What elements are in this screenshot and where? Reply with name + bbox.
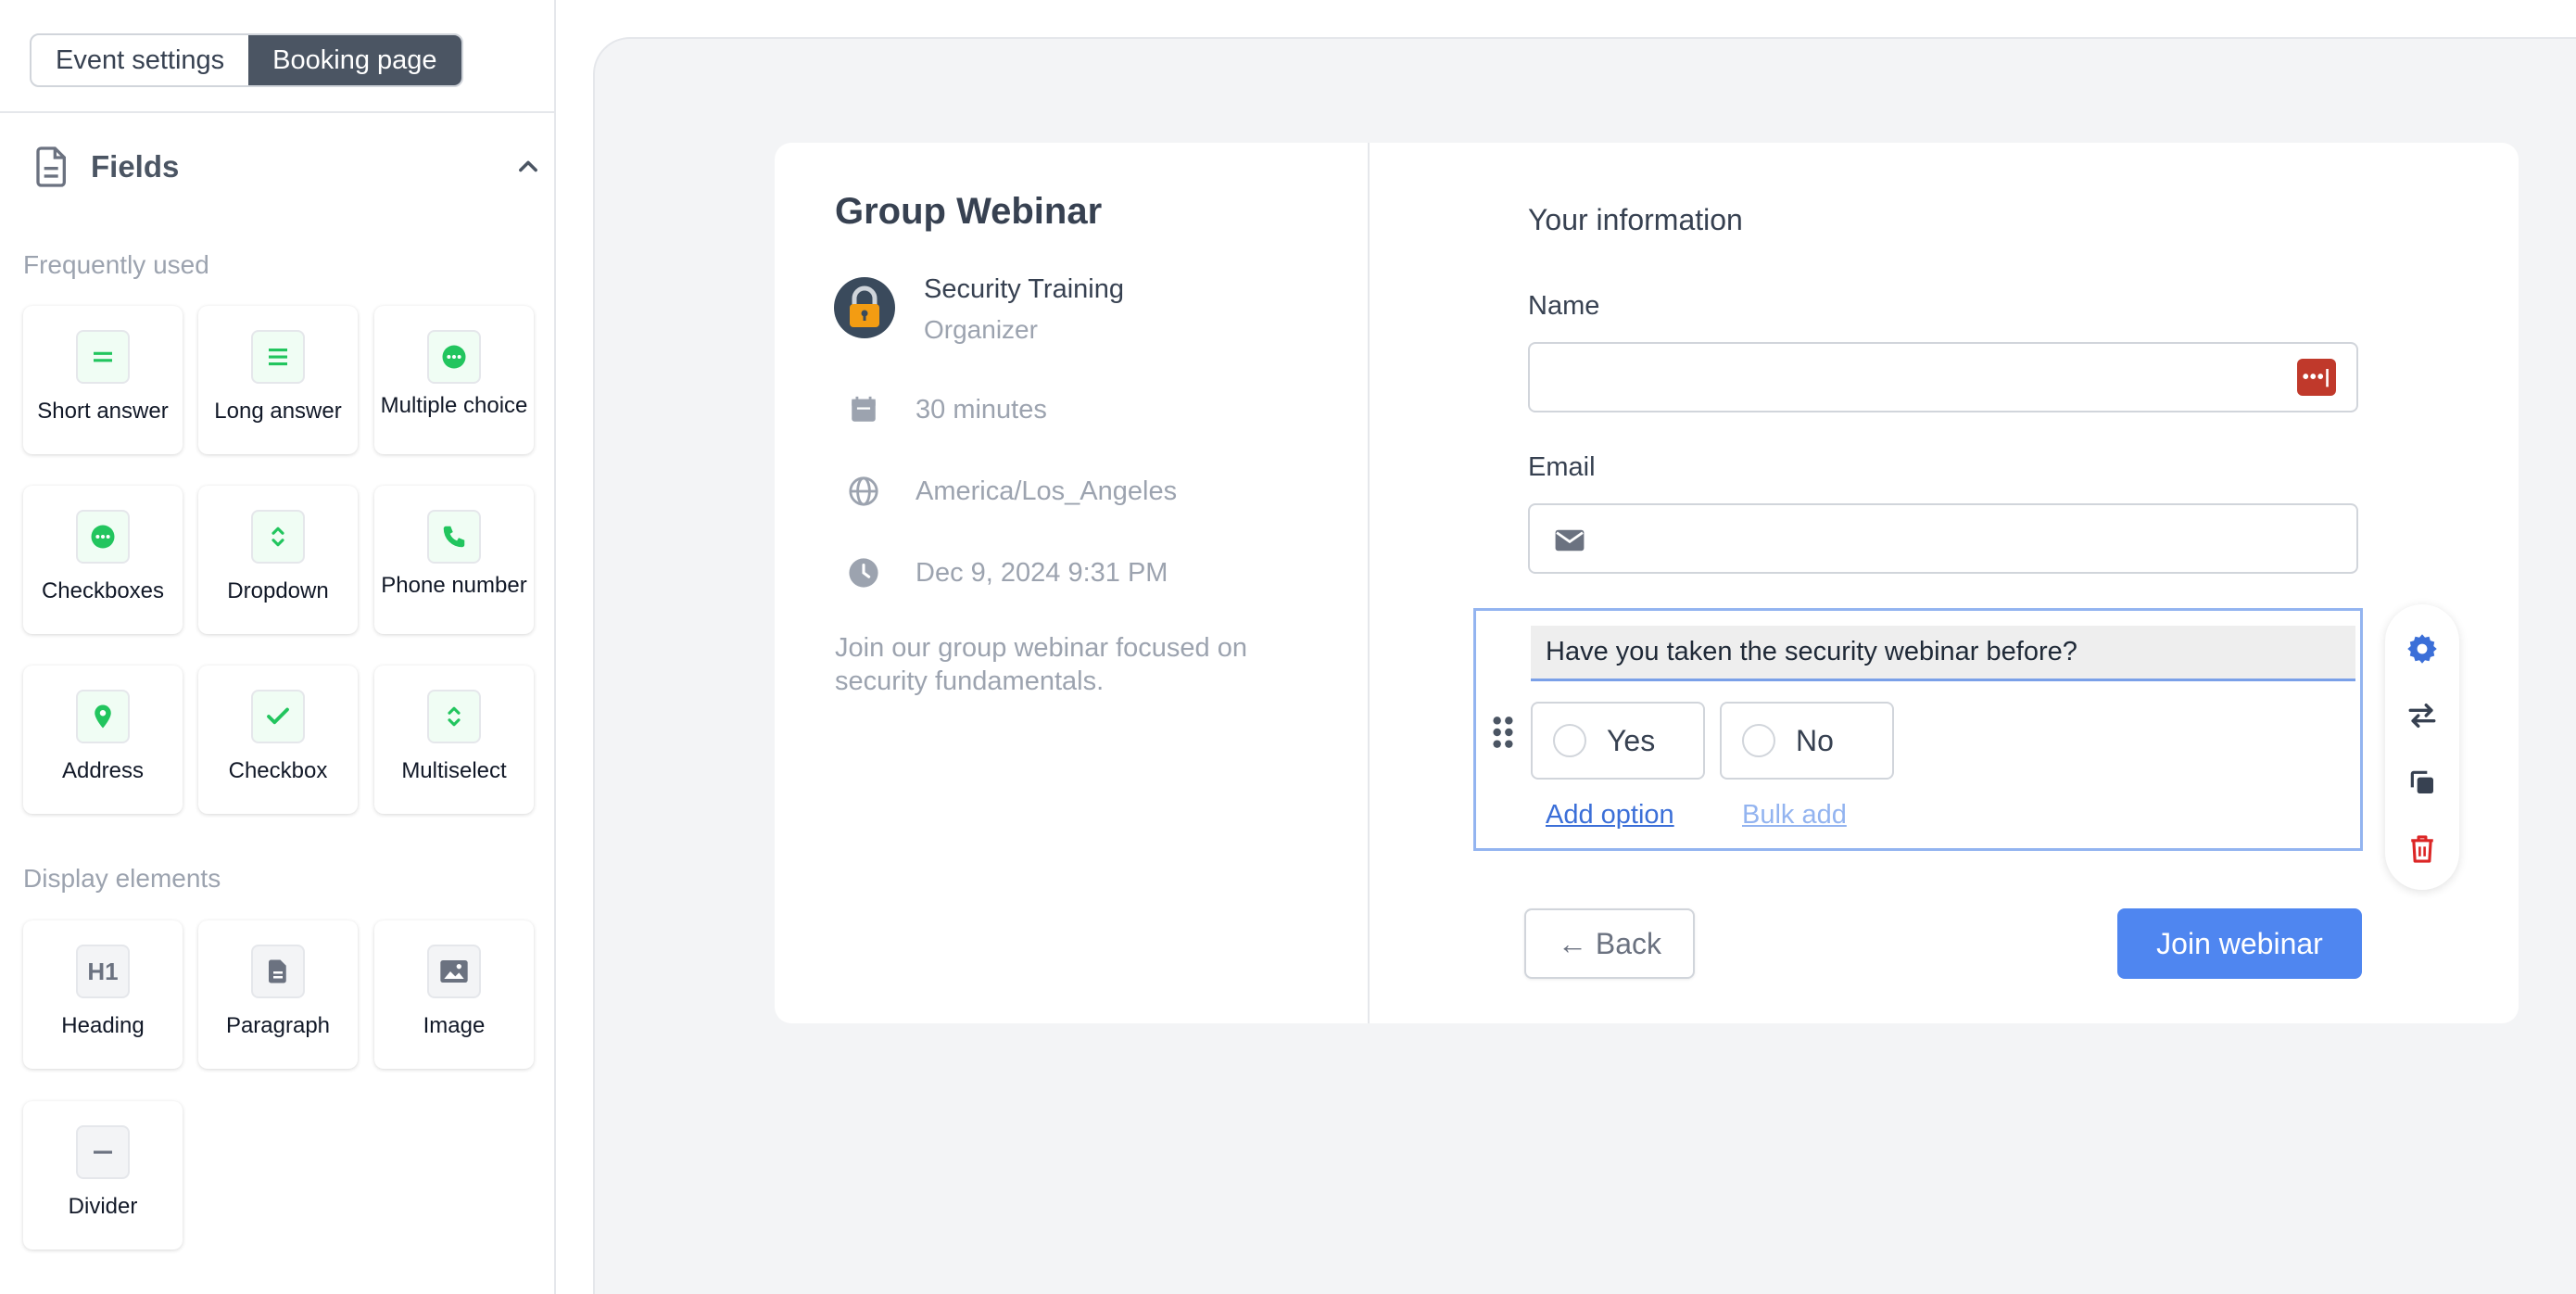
organizer-avatar (834, 277, 895, 338)
field-tile-paragraph[interactable]: Paragraph (198, 920, 358, 1069)
calendar-icon (845, 391, 882, 428)
frequently-used-label: Frequently used (23, 250, 209, 279)
name-input[interactable]: •••| (1528, 342, 2358, 412)
option-label: Yes (1607, 723, 1656, 757)
phone-icon (427, 510, 481, 564)
checkboxes-icon (76, 510, 130, 564)
field-tile-heading[interactable]: H1 Heading (23, 920, 183, 1069)
field-tile-label: Checkbox (228, 758, 328, 783)
event-description: Join our group webinar focused on securi… (835, 633, 1247, 696)
back-button[interactable]: ← Back (1524, 908, 1695, 979)
field-tile-short-answer[interactable]: Short answer (23, 306, 183, 454)
sidebar: Event settings Booking page Fields Frequ… (0, 0, 556, 1294)
multiselect-icon (427, 690, 481, 743)
field-tile-image[interactable]: Image (374, 920, 534, 1069)
duplicate-icon[interactable] (2404, 764, 2441, 801)
field-tile-label: Multiselect (401, 758, 507, 783)
long-answer-icon (251, 330, 305, 384)
field-tile-phone-number[interactable]: Phone number (374, 486, 534, 634)
bulk-add-link[interactable]: Bulk add (1742, 800, 1847, 831)
field-tile-label: Phone number (381, 573, 527, 598)
event-timezone: America/Los_Angeles (845, 473, 1177, 510)
field-tile-label: Image (423, 1013, 486, 1038)
card-divider (1368, 143, 1370, 1023)
option-yes[interactable]: Yes (1531, 702, 1705, 780)
field-tile-label: Address (61, 758, 145, 783)
field-tile-divider[interactable]: Divider (23, 1101, 183, 1250)
field-tile-checkboxes[interactable]: Checkboxes (23, 486, 183, 634)
event-duration: 30 minutes (845, 391, 1047, 428)
dropdown-icon (251, 510, 305, 564)
location-pin-icon (76, 690, 130, 743)
heading-icon: H1 (76, 945, 130, 998)
radio-icon (1742, 724, 1775, 757)
document-icon (36, 146, 66, 187)
name-label: Name (1528, 291, 1600, 321)
join-webinar-button[interactable]: Join webinar (2117, 908, 2362, 979)
fields-section-header[interactable]: Fields (33, 139, 541, 195)
field-tile-multiple-choice[interactable]: Multiple choice (374, 306, 534, 454)
short-answer-icon (76, 330, 130, 384)
clock-icon (845, 554, 882, 591)
multiple-choice-icon (427, 330, 481, 384)
checkmark-icon (251, 690, 305, 743)
add-option-link[interactable]: Add option (1546, 800, 1674, 831)
tab-event-settings[interactable]: Event settings (32, 35, 248, 85)
field-tile-long-answer[interactable]: Long answer (198, 306, 358, 454)
email-label: Email (1528, 452, 1596, 482)
trash-icon[interactable] (2404, 831, 2441, 868)
radio-icon (1553, 724, 1586, 757)
section-title: Your information (1528, 203, 1743, 236)
chevron-up-icon[interactable] (515, 154, 541, 180)
datetime-text: Dec 9, 2024 9:31 PM (915, 557, 1168, 588)
fields-title: Fields (91, 149, 180, 184)
organizer-role: Organizer (924, 315, 1038, 344)
field-tile-dropdown[interactable]: Dropdown (198, 486, 358, 634)
option-no[interactable]: No (1720, 702, 1894, 780)
field-tile-label: Short answer (37, 399, 169, 424)
field-actions-toolbar (2385, 604, 2459, 890)
field-tile-label: Long answer (214, 399, 342, 424)
selected-question-field[interactable]: Have you taken the security webinar befo… (1473, 608, 2363, 851)
field-tile-label: Divider (68, 1194, 138, 1219)
field-tile-label: Checkboxes (41, 578, 165, 603)
password-manager-icon[interactable]: •••| (2297, 359, 2336, 396)
email-input[interactable] (1528, 503, 2358, 574)
sidebar-divider (0, 111, 556, 113)
field-tile-label: Dropdown (227, 578, 329, 603)
divider-icon (76, 1125, 130, 1179)
swap-arrows-icon[interactable] (2404, 697, 2441, 734)
event-datetime: Dec 9, 2024 9:31 PM (845, 554, 1168, 591)
organizer-name: Security Training (924, 274, 1124, 304)
drag-handle-icon[interactable] (1491, 715, 1515, 750)
option-label: No (1796, 723, 1834, 757)
question-label-input[interactable]: Have you taken the security webinar befo… (1531, 626, 2355, 681)
timezone-text: America/Los_Angeles (915, 476, 1178, 506)
field-tile-label: Multiple choice (380, 393, 528, 418)
paragraph-icon (251, 945, 305, 998)
settings-gear-icon[interactable] (2404, 630, 2441, 667)
field-tile-multiselect[interactable]: Multiselect (374, 666, 534, 814)
field-tile-label: Heading (61, 1013, 145, 1038)
field-tile-checkbox[interactable]: Checkbox (198, 666, 358, 814)
globe-icon (845, 473, 882, 510)
view-toggle: Event settings Booking page (30, 33, 463, 87)
field-tile-label: Paragraph (225, 1013, 331, 1038)
envelope-icon (1555, 529, 1585, 552)
field-tile-address[interactable]: Address (23, 666, 183, 814)
image-icon (427, 945, 481, 998)
booking-card: Group Webinar Security Training Organize… (775, 143, 2519, 1023)
duration-text: 30 minutes (915, 394, 1047, 425)
display-elements-label: Display elements (23, 864, 221, 893)
event-title: Group Webinar (835, 191, 1103, 232)
tab-booking-page[interactable]: Booking page (248, 35, 461, 85)
